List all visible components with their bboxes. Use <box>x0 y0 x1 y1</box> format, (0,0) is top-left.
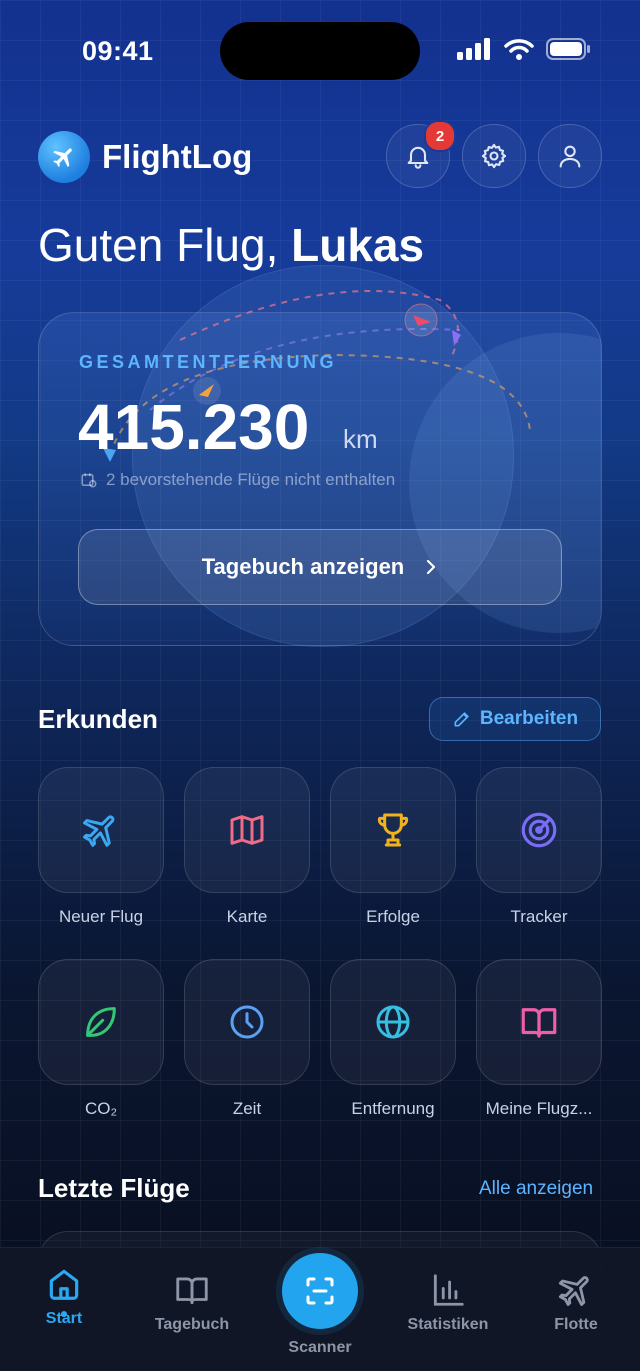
app-name: FlightLog <box>102 138 253 175</box>
status-icons <box>456 38 590 60</box>
active-tab-indicator <box>61 1311 67 1317</box>
distance-unit: km <box>343 424 378 454</box>
recent-flights-title: Letzte Flüge <box>38 1173 190 1203</box>
wifi-icon <box>504 39 534 60</box>
clock-icon <box>230 1005 264 1039</box>
tab-journal-label: Tagebuch <box>154 1316 230 1333</box>
dynamic-island <box>220 22 420 80</box>
book-icon <box>176 1277 208 1305</box>
edit-label: Bearbeiten <box>479 708 579 729</box>
tile-time-label: Zeit <box>232 1099 262 1118</box>
gear-icon <box>481 143 507 169</box>
tab-start[interactable]: Start <box>0 1264 128 1328</box>
show-journal-label: Tagebuch anzeigen <box>201 554 405 579</box>
note-text: 2 bevorstehende Flüge nicht enthalten <box>106 470 396 489</box>
tile-co2-label: CO₂ <box>84 1099 118 1118</box>
tile-achievements[interactable] <box>330 767 456 893</box>
tile-map[interactable] <box>184 767 310 893</box>
airplane-icon <box>53 148 72 167</box>
tab-scanner-label: Scanner <box>288 1339 352 1356</box>
show-all-link[interactable]: Alle anzeigen <box>479 1178 593 1200</box>
card-label: GESAMTENTFERNUNG <box>79 352 337 372</box>
home-icon <box>49 1269 79 1300</box>
tab-scanner[interactable]: Scanner <box>256 1339 384 1357</box>
tab-fleet[interactable]: Flotte <box>512 1270 640 1334</box>
edit-button[interactable]: Bearbeiten <box>429 697 601 741</box>
upcoming-flights-note: 2 bevorstehende Flüge nicht enthalten <box>80 470 395 490</box>
bar-chart-icon <box>433 1274 464 1306</box>
profile-button[interactable] <box>538 124 602 188</box>
tab-statistics-label: Statistiken <box>407 1316 489 1333</box>
tile-map-label: Karte <box>226 907 268 926</box>
background-grid <box>0 0 640 1370</box>
cellular-signal-icon <box>457 38 490 60</box>
tile-new-flight[interactable] <box>38 767 164 893</box>
settings-button[interactable] <box>462 124 526 188</box>
explore-title: Erkunden <box>38 704 158 734</box>
book-icon <box>521 1008 557 1038</box>
trophy-icon <box>377 813 409 847</box>
tile-tracker-label: Tracker <box>510 907 568 926</box>
app-logo <box>38 131 90 183</box>
leaf-icon <box>86 1007 116 1037</box>
total-distance-value: 415.230 <box>78 391 310 463</box>
battery-icon <box>546 38 590 60</box>
tab-fleet-label: Flotte <box>554 1316 598 1333</box>
airplane-icon <box>83 815 115 847</box>
map-icon <box>230 815 264 845</box>
tab-statistics[interactable]: Statistiken <box>384 1270 512 1334</box>
show-journal-button[interactable]: Tagebuch anzeigen <box>78 529 562 605</box>
airplane-icon <box>558 1276 589 1306</box>
pencil-icon <box>454 712 469 727</box>
tile-distance-label: Entfernung <box>351 1099 435 1118</box>
tab-journal[interactable]: Tagebuch <box>128 1270 256 1334</box>
chevron-right-icon <box>427 559 436 575</box>
scanner-button[interactable] <box>282 1253 358 1329</box>
tile-my-aircraft-label: Meine Flugz... <box>485 1099 593 1118</box>
tile-achievements-label: Erfolge <box>366 907 420 926</box>
tile-tracker[interactable] <box>476 767 602 893</box>
globe-icon <box>376 1005 410 1039</box>
tile-co2[interactable] <box>38 959 164 1085</box>
tile-time[interactable] <box>184 959 310 1085</box>
status-time: 09:41 <box>82 36 154 66</box>
scan-icon <box>306 1277 334 1305</box>
user-icon <box>559 145 581 168</box>
calendar-clock-icon <box>81 473 97 488</box>
tile-my-aircraft[interactable] <box>476 959 602 1085</box>
notification-badge: 2 <box>424 120 456 152</box>
tile-distance[interactable] <box>330 959 456 1085</box>
tile-new-flight-label: Neuer Flug <box>58 907 144 926</box>
radar-icon <box>521 812 557 848</box>
